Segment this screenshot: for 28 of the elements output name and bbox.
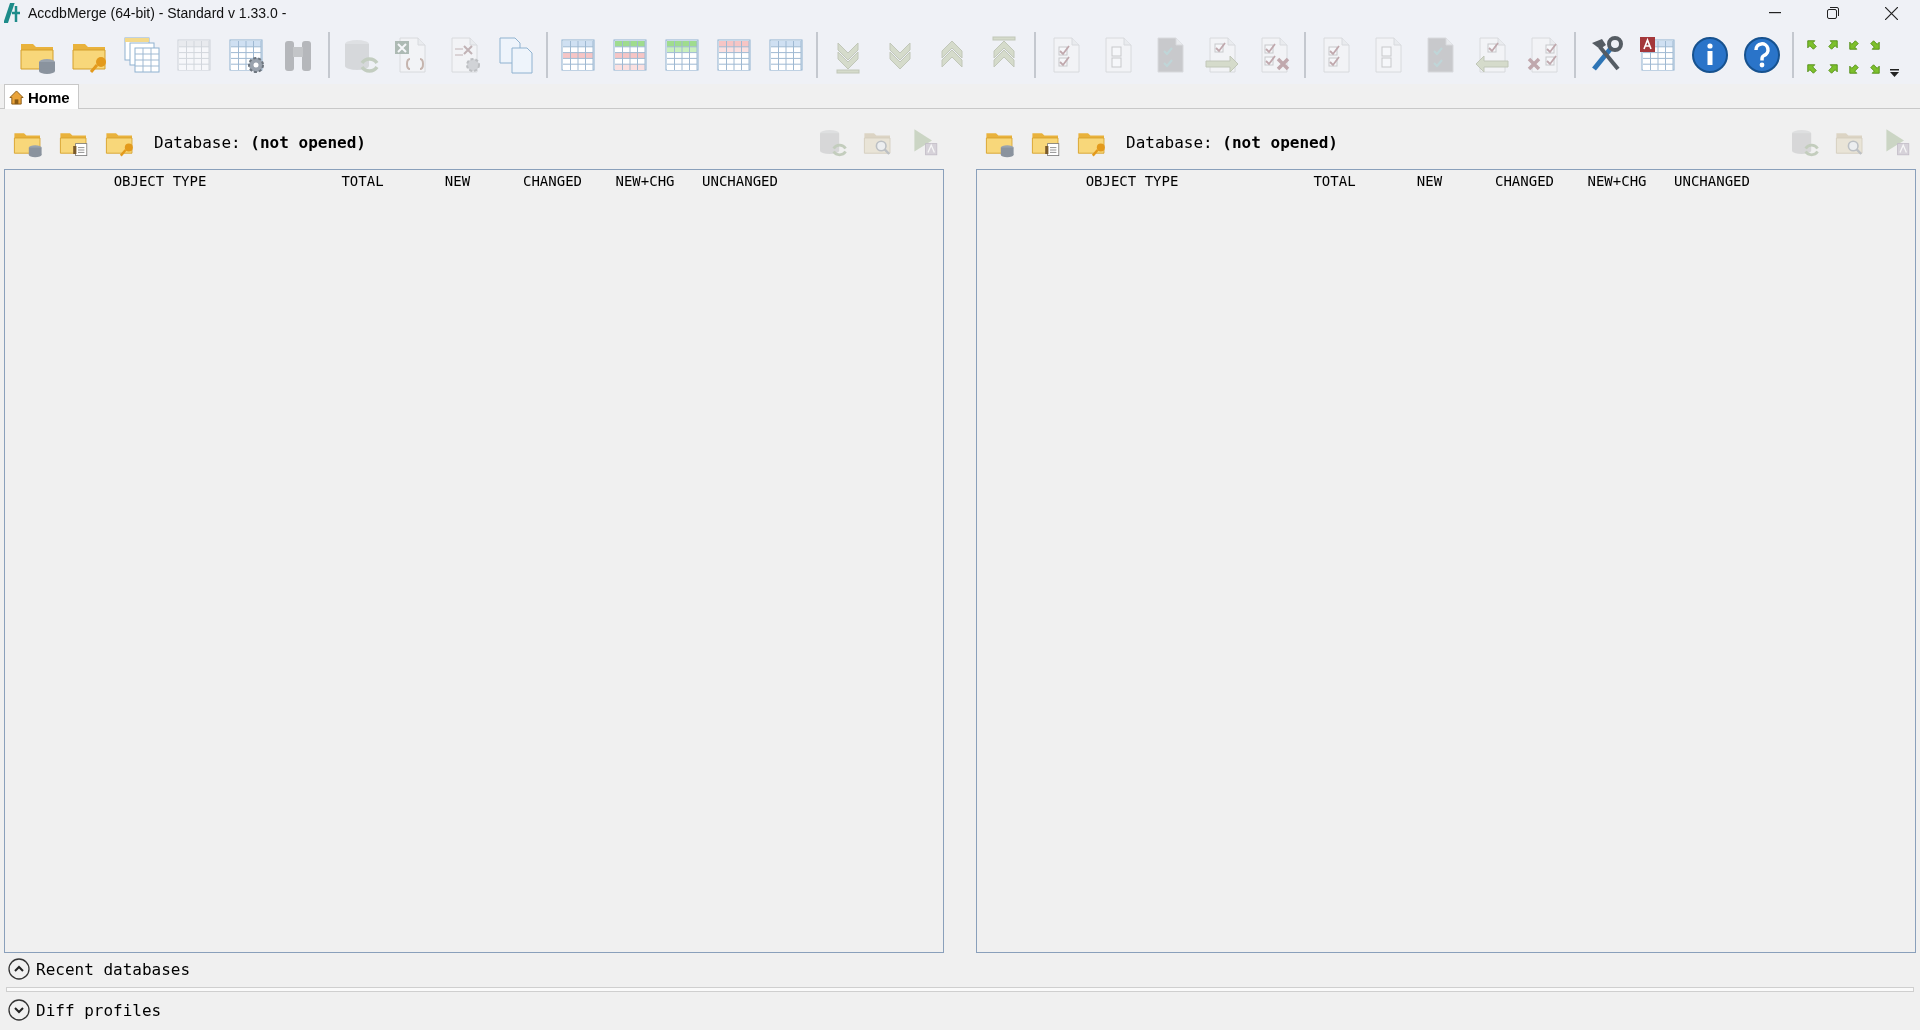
- database-status: Database: (not opened): [1126, 132, 1339, 152]
- column-header[interactable]: CHANGED: [1477, 173, 1572, 189]
- column-header[interactable]: OBJECT TYPE: [5, 173, 315, 189]
- home-tab[interactable]: Home: [4, 84, 79, 109]
- column-header[interactable]: NEW+CHG: [600, 173, 690, 189]
- app-logo-icon: [4, 3, 22, 23]
- house-icon: [9, 89, 24, 105]
- help-icon: [1742, 35, 1782, 75]
- minimize-icon: [1769, 12, 1781, 14]
- column-header[interactable]: UNCHANGED: [1662, 173, 1762, 189]
- column-header[interactable]: TOTAL: [315, 173, 410, 189]
- column-header[interactable]: OBJECT TYPE: [977, 173, 1287, 189]
- column-header[interactable]: UNCHANGED: [690, 173, 790, 189]
- copy-icon: [496, 35, 536, 75]
- info-icon: [1690, 35, 1730, 75]
- stacked-tables-icon: [122, 35, 162, 75]
- overflow-caret-icon[interactable]: [1890, 69, 1899, 77]
- column-header[interactable]: NEW: [1382, 173, 1477, 189]
- section-toggle[interactable]: Recent databases: [0, 953, 199, 985]
- restore-icon: [1827, 7, 1839, 19]
- column-header[interactable]: TOTAL: [1287, 173, 1382, 189]
- column-header[interactable]: NEW+CHG: [1572, 173, 1662, 189]
- window-title: AccdbMerge (64-bit) - Standard v 1.33.0 -: [28, 5, 288, 21]
- close-icon: [1884, 6, 1898, 20]
- column-header[interactable]: CHANGED: [505, 173, 600, 189]
- column-header[interactable]: NEW: [410, 173, 505, 189]
- section-toggle[interactable]: Diff profiles: [0, 994, 170, 1026]
- database-status: Database: (not opened): [154, 132, 367, 152]
